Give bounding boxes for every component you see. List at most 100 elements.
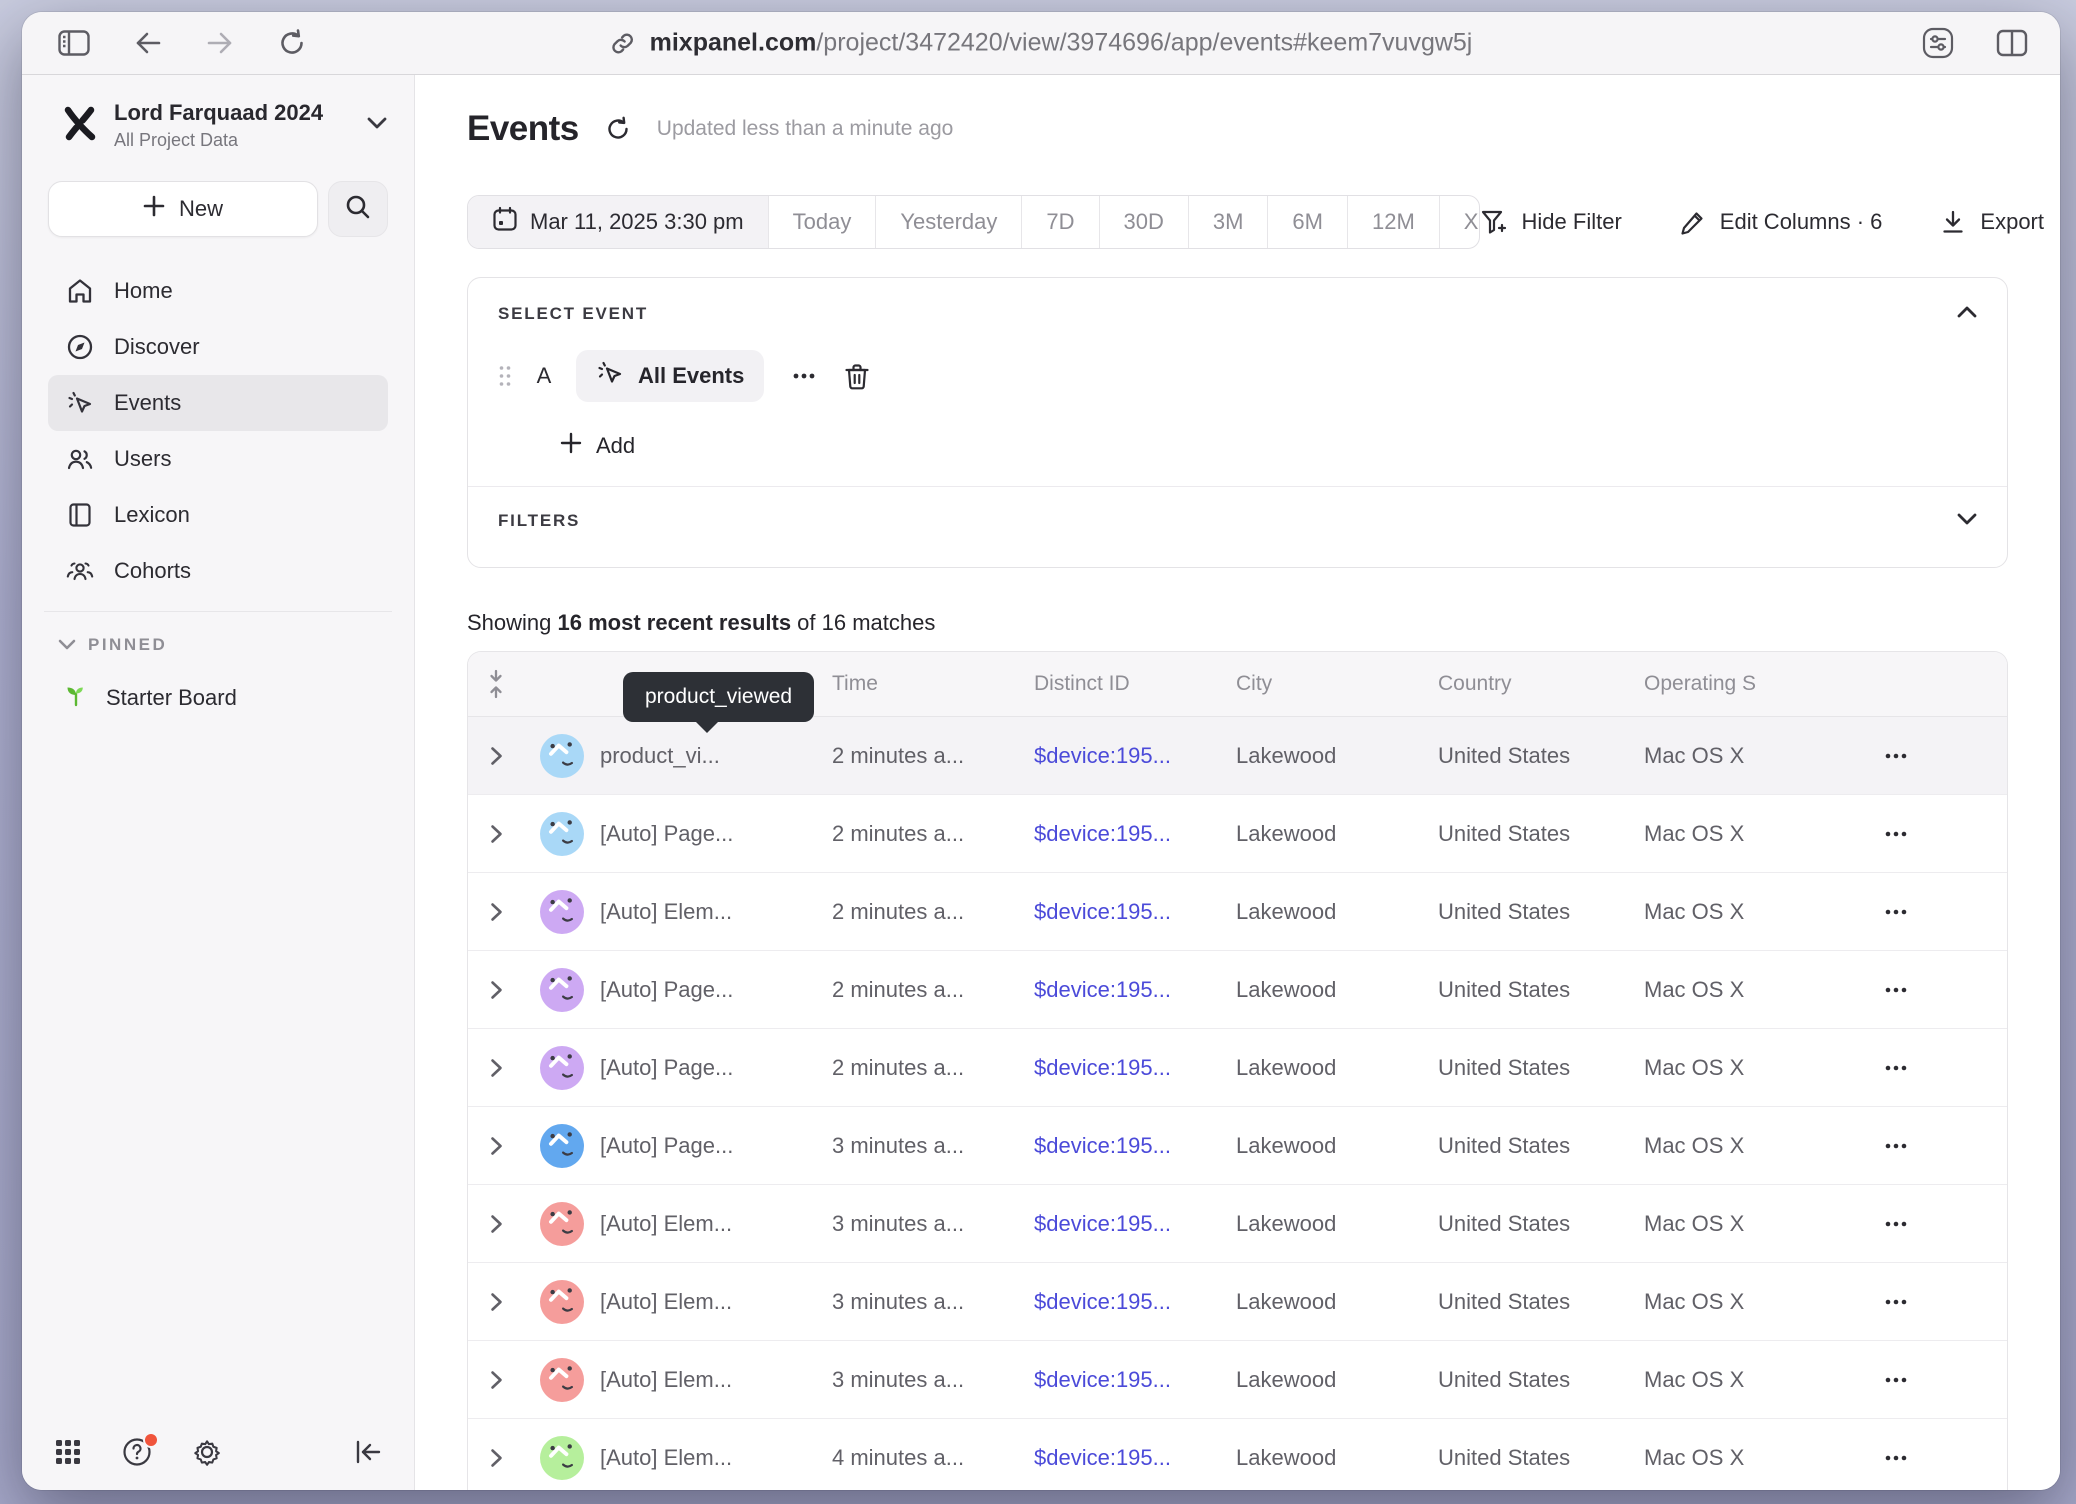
range-7d[interactable]: 7D bbox=[1022, 196, 1099, 248]
pinned-item-starter-board[interactable]: Starter Board bbox=[48, 672, 388, 724]
sidebar-item-lexicon[interactable]: Lexicon bbox=[48, 487, 388, 543]
url-bar[interactable]: mixpanel.com/project/3472420/view/397469… bbox=[610, 29, 1473, 58]
sidebar-item-events[interactable]: Events bbox=[48, 375, 388, 431]
row-actions-icon[interactable] bbox=[1844, 830, 2007, 838]
row-actions-icon[interactable] bbox=[1844, 908, 2007, 916]
range-12m[interactable]: 12M bbox=[1348, 196, 1440, 248]
distinct-id-column-header[interactable]: Distinct ID bbox=[1034, 672, 1236, 696]
add-event-button[interactable]: Add bbox=[560, 432, 635, 460]
time-cell: 2 minutes a... bbox=[832, 977, 1034, 1003]
row-actions-icon[interactable] bbox=[1844, 1454, 2007, 1462]
time-cell: 4 minutes a... bbox=[832, 1445, 1034, 1471]
forward-icon[interactable] bbox=[206, 31, 234, 55]
row-expander-icon[interactable] bbox=[468, 746, 524, 766]
row-expander-icon[interactable] bbox=[468, 980, 524, 1000]
range-yesterday[interactable]: Yesterday bbox=[876, 196, 1022, 248]
event-name-cell: product_vi... bbox=[600, 743, 832, 769]
settings-gear-icon[interactable] bbox=[192, 1437, 222, 1467]
table-row[interactable]: [Auto] Elem... 3 minutes a... $device:19… bbox=[468, 1341, 2007, 1419]
project-switcher[interactable]: Lord Farquaad 2024 All Project Data bbox=[48, 75, 388, 151]
range-3m[interactable]: 3M bbox=[1189, 196, 1269, 248]
table-row[interactable]: [Auto] Page... 2 minutes a... $device:19… bbox=[468, 795, 2007, 873]
sidebar-item-cohorts[interactable]: Cohorts bbox=[48, 543, 388, 599]
row-actions-icon[interactable] bbox=[1844, 1376, 2007, 1384]
plus-icon bbox=[560, 432, 582, 460]
split-view-icon[interactable] bbox=[1996, 29, 2028, 57]
row-expander-icon[interactable] bbox=[468, 1448, 524, 1468]
table-row[interactable]: [Auto] Page... 3 minutes a... $device:19… bbox=[468, 1107, 2007, 1185]
row-actions-icon[interactable] bbox=[1844, 986, 2007, 994]
table-row[interactable]: [Auto] Elem... 4 minutes a... $device:19… bbox=[468, 1419, 2007, 1490]
project-name: Lord Farquaad 2024 bbox=[114, 100, 352, 126]
hide-filter-button[interactable]: Hide Filter bbox=[1480, 209, 1622, 235]
export-button[interactable]: Export bbox=[1940, 209, 2044, 235]
reload-icon[interactable] bbox=[278, 29, 306, 57]
os-column-header[interactable]: Operating S bbox=[1644, 672, 1844, 696]
country-column-header[interactable]: Country bbox=[1438, 672, 1644, 696]
distinct-id-link[interactable]: $device:195... bbox=[1034, 1133, 1236, 1159]
distinct-id-link[interactable]: $device:195... bbox=[1034, 1445, 1236, 1471]
sidebar-item-discover[interactable]: Discover bbox=[48, 319, 388, 375]
edit-columns-button[interactable]: Edit Columns · 6 bbox=[1680, 209, 1883, 235]
collapse-all-rows-icon[interactable] bbox=[468, 669, 524, 699]
distinct-id-link[interactable]: $device:195... bbox=[1034, 977, 1236, 1003]
range-6m[interactable]: 6M bbox=[1268, 196, 1348, 248]
row-expander-icon[interactable] bbox=[468, 1058, 524, 1078]
sidebar-item-home[interactable]: Home bbox=[48, 263, 388, 319]
city-column-header[interactable]: City bbox=[1236, 672, 1438, 696]
pinned-section-toggle[interactable]: PINNED bbox=[48, 628, 388, 662]
collapse-sidebar-icon[interactable] bbox=[354, 1439, 382, 1465]
distinct-id-link[interactable]: $device:195... bbox=[1034, 821, 1236, 847]
table-row[interactable]: [Auto] Page... 2 minutes a... $device:19… bbox=[468, 951, 2007, 1029]
row-actions-icon[interactable] bbox=[1844, 752, 2007, 760]
event-more-icon[interactable] bbox=[786, 372, 822, 380]
os-cell: Mac OS X bbox=[1644, 899, 1844, 925]
refresh-icon[interactable] bbox=[605, 116, 631, 142]
date-label: Mar 11, 2025 3:30 pm bbox=[530, 209, 744, 235]
pencil-icon bbox=[1680, 209, 1706, 235]
table-row[interactable]: [Auto] Elem... 3 minutes a... $device:19… bbox=[468, 1185, 2007, 1263]
row-actions-icon[interactable] bbox=[1844, 1298, 2007, 1306]
chevron-down-icon[interactable] bbox=[1957, 512, 1977, 530]
range-xtd[interactable]: XTD bbox=[1440, 196, 1480, 248]
row-actions-icon[interactable] bbox=[1844, 1064, 2007, 1072]
sidebar-toggle-icon[interactable] bbox=[58, 30, 90, 56]
trash-icon[interactable] bbox=[844, 362, 870, 390]
chevron-up-icon[interactable] bbox=[1957, 305, 1977, 323]
table-row[interactable]: [Auto] Elem... 2 minutes a... $device:19… bbox=[468, 873, 2007, 951]
sidebar-item-label: Cohorts bbox=[114, 558, 191, 584]
sidebar-item-users[interactable]: Users bbox=[48, 431, 388, 487]
drag-handle-icon[interactable] bbox=[498, 364, 512, 388]
row-expander-icon[interactable] bbox=[468, 1136, 524, 1156]
distinct-id-link[interactable]: $device:195... bbox=[1034, 743, 1236, 769]
table-row[interactable]: [Auto] Page... 2 minutes a... $device:19… bbox=[468, 1029, 2007, 1107]
distinct-id-link[interactable]: $device:195... bbox=[1034, 899, 1236, 925]
apps-grid-icon[interactable] bbox=[54, 1438, 82, 1466]
event-avatar bbox=[524, 968, 600, 1012]
row-actions-icon[interactable] bbox=[1844, 1142, 2007, 1150]
distinct-id-link[interactable]: $device:195... bbox=[1034, 1289, 1236, 1315]
back-icon[interactable] bbox=[134, 31, 162, 55]
distinct-id-link[interactable]: $device:195... bbox=[1034, 1367, 1236, 1393]
row-expander-icon[interactable] bbox=[468, 1292, 524, 1312]
search-button[interactable] bbox=[328, 181, 388, 237]
time-column-header[interactable]: Time bbox=[832, 672, 1034, 696]
range-today[interactable]: Today bbox=[769, 196, 877, 248]
mixpanel-logo-icon bbox=[60, 103, 100, 148]
new-button-label: New bbox=[179, 196, 223, 222]
row-expander-icon[interactable] bbox=[468, 824, 524, 844]
distinct-id-link[interactable]: $device:195... bbox=[1034, 1211, 1236, 1237]
range-30d[interactable]: 30D bbox=[1100, 196, 1189, 248]
row-expander-icon[interactable] bbox=[468, 902, 524, 922]
event-selector-chip[interactable]: All Events bbox=[576, 350, 764, 402]
row-actions-icon[interactable] bbox=[1844, 1220, 2007, 1228]
new-button[interactable]: New bbox=[48, 181, 318, 237]
table-row[interactable]: [Auto] Elem... 3 minutes a... $device:19… bbox=[468, 1263, 2007, 1341]
page-settings-icon[interactable] bbox=[1922, 27, 1954, 59]
row-expander-icon[interactable] bbox=[468, 1214, 524, 1234]
row-expander-icon[interactable] bbox=[468, 1370, 524, 1390]
country-cell: United States bbox=[1438, 1445, 1644, 1471]
date-picker-segment[interactable]: Mar 11, 2025 3:30 pm bbox=[468, 196, 769, 248]
distinct-id-link[interactable]: $device:195... bbox=[1034, 1055, 1236, 1081]
help-icon[interactable] bbox=[122, 1437, 152, 1467]
